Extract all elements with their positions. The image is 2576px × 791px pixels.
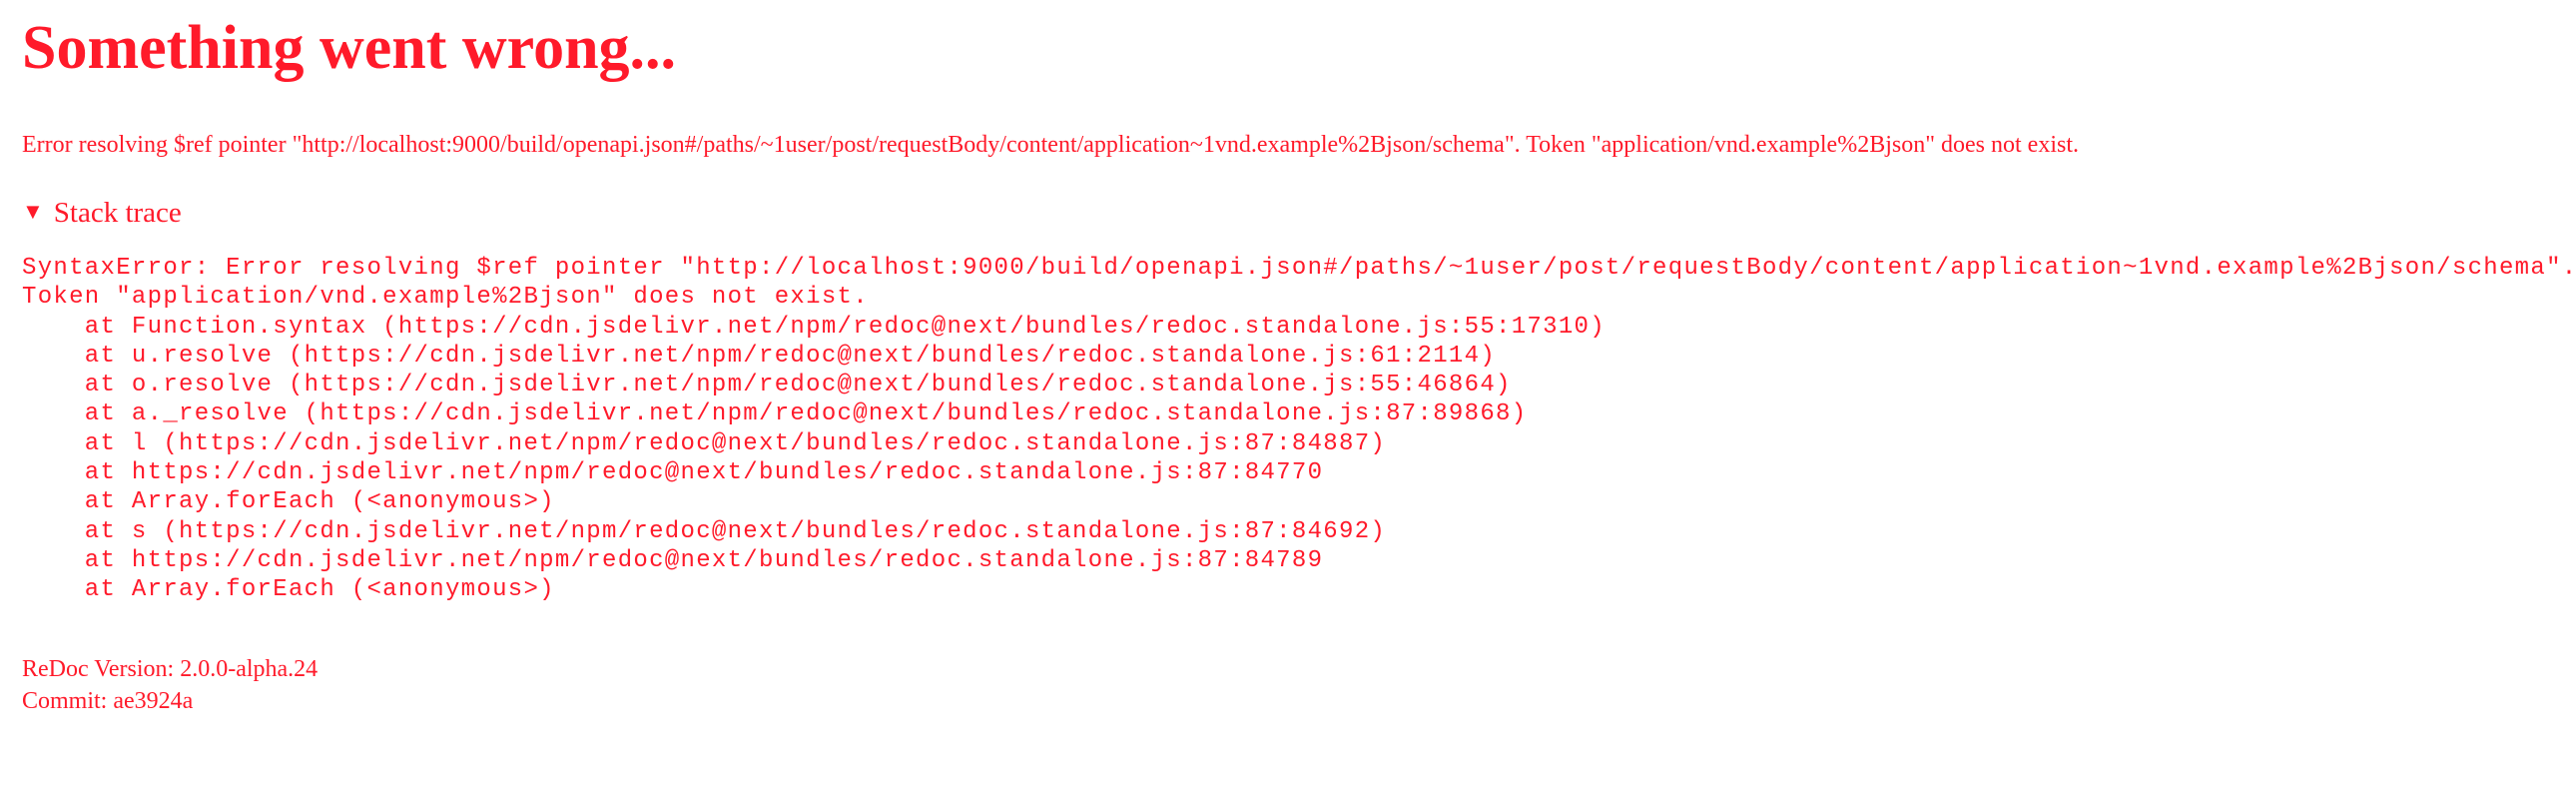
commit-hash: Commit: ae3924a xyxy=(22,688,194,714)
stack-trace: SyntaxError: Error resolving $ref pointe… xyxy=(22,255,2576,604)
triangle-down-icon: ▼ xyxy=(22,199,44,224)
error-title: Something went wrong... xyxy=(22,14,677,82)
stack-trace-toggle[interactable]: ▼ Stack trace xyxy=(22,194,182,231)
stack-trace-label: Stack trace xyxy=(53,197,182,229)
error-message: Error resolving $ref pointer "http://loc… xyxy=(22,132,2080,158)
redoc-version: ReDoc Version: 2.0.0-alpha.24 xyxy=(22,656,319,682)
